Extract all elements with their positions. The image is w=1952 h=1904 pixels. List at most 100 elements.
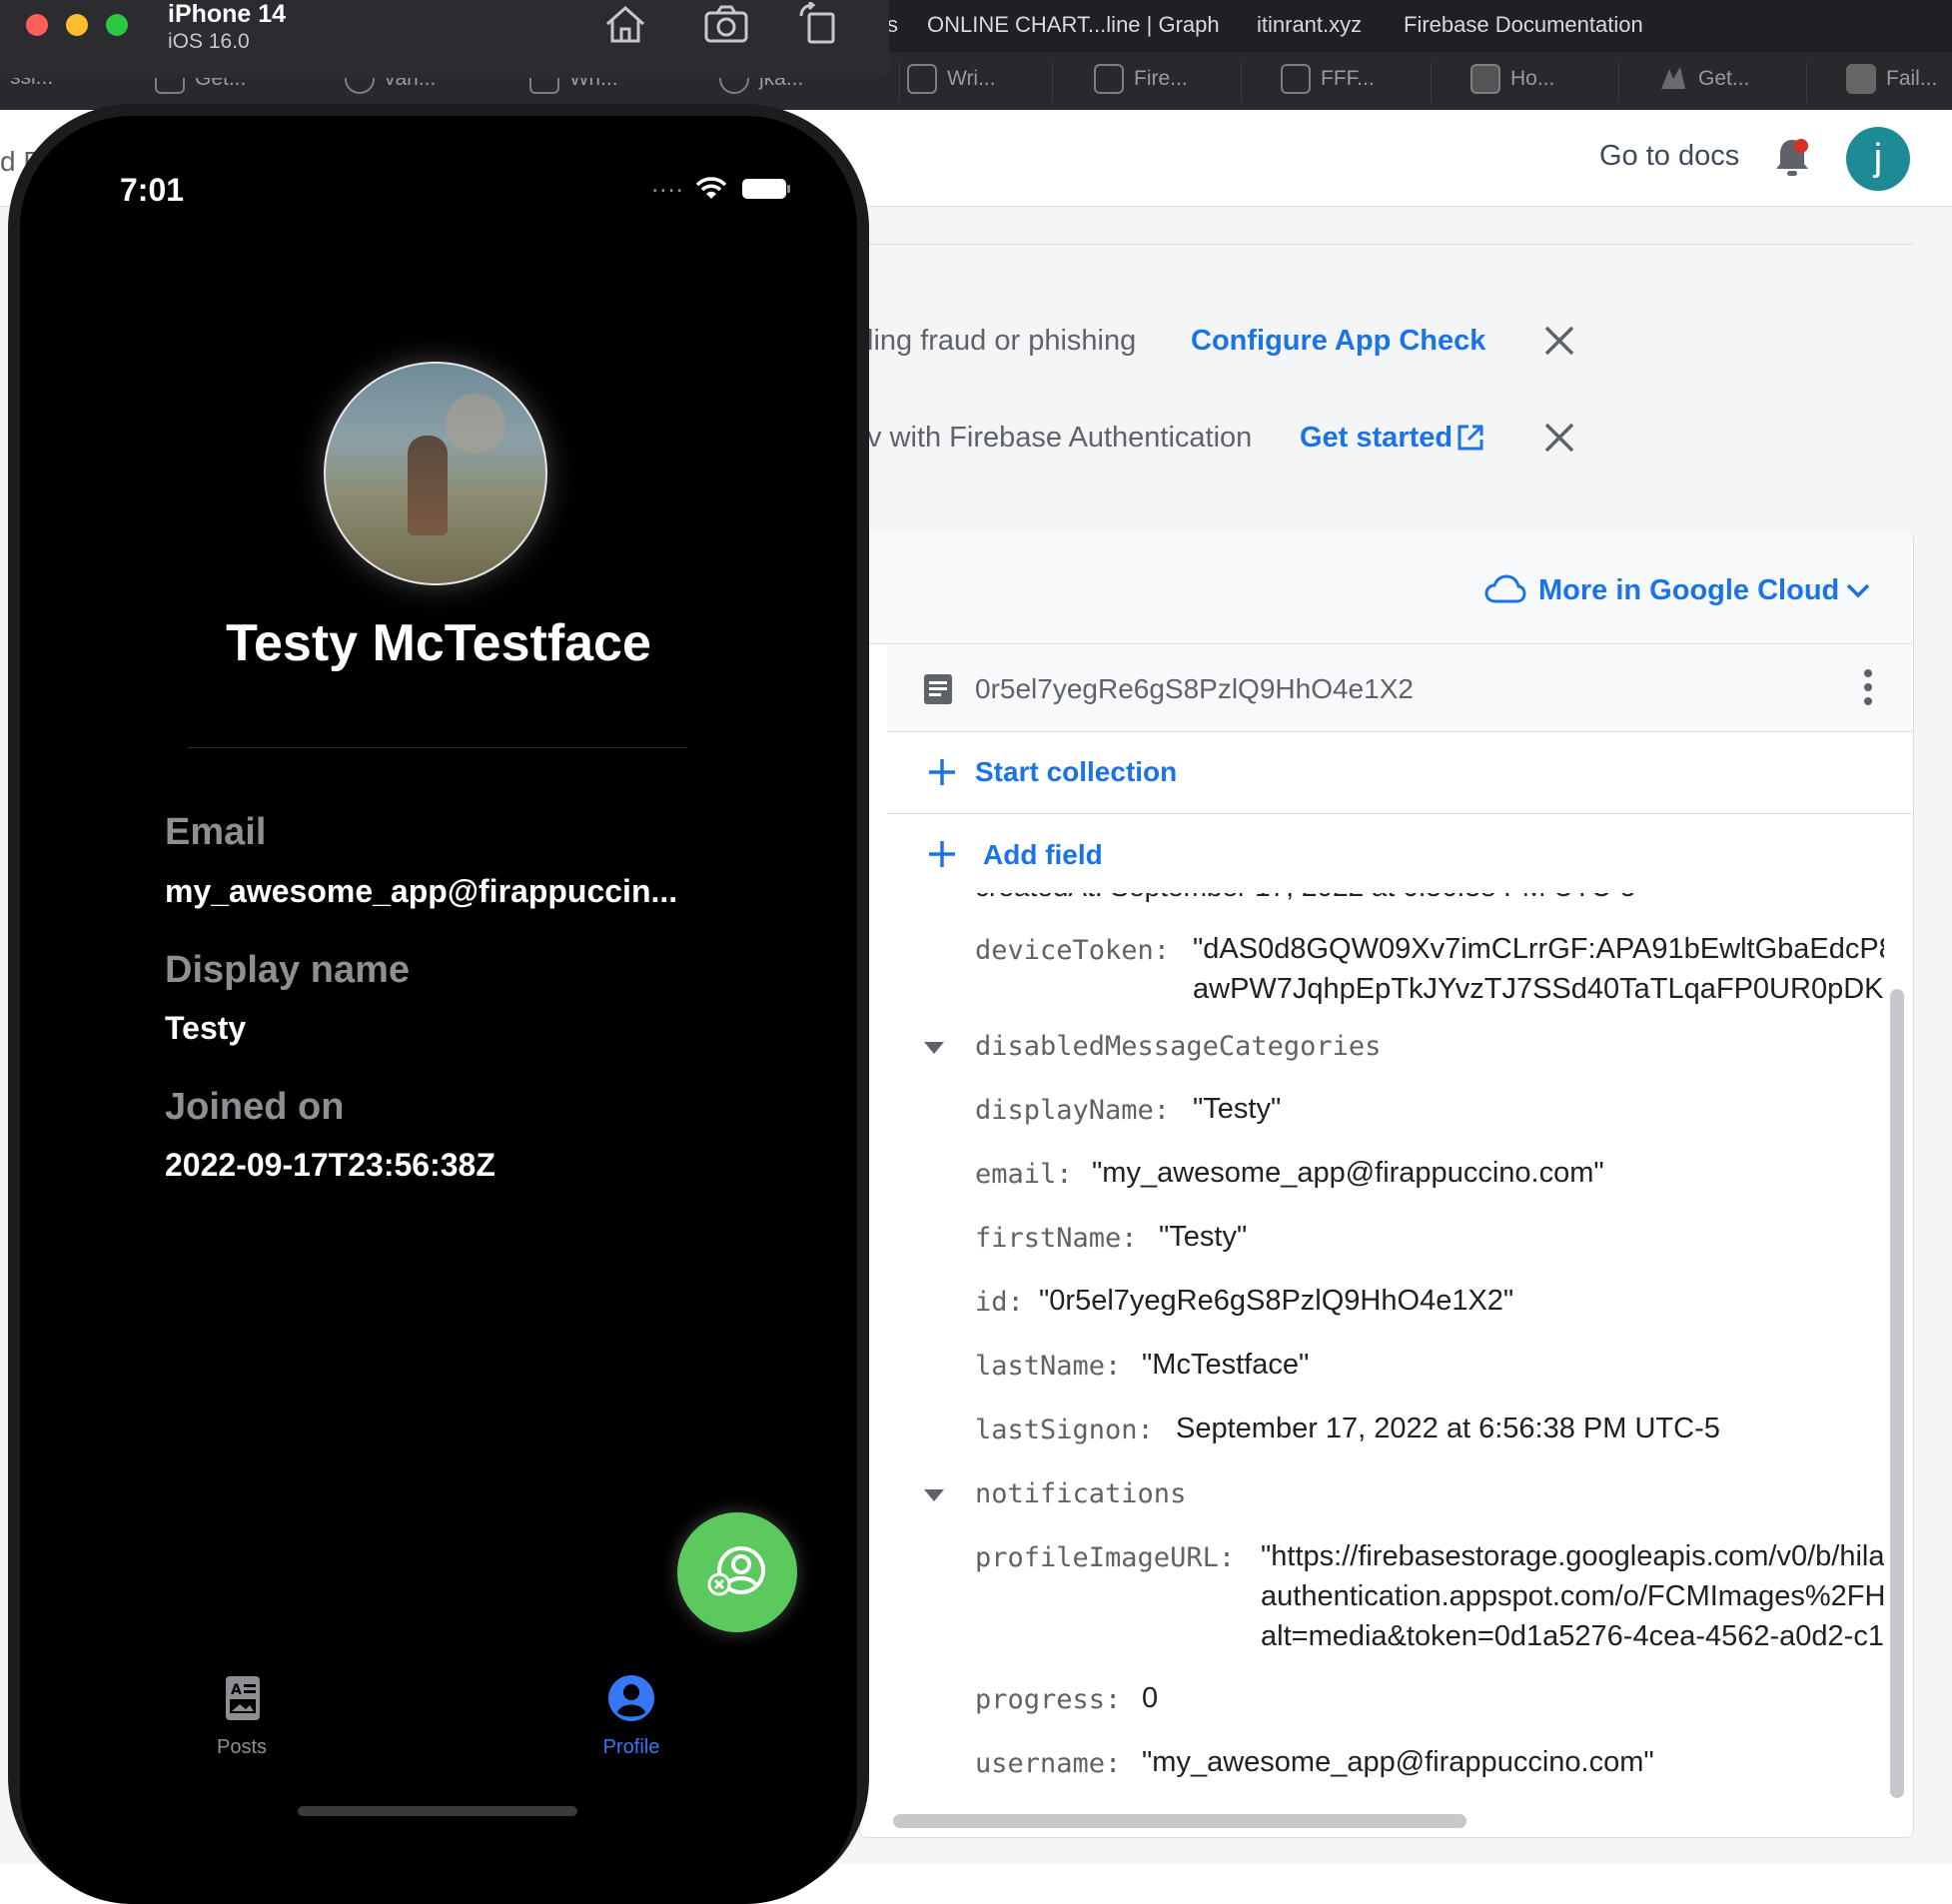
bookmark-divider <box>1431 62 1432 102</box>
field-key[interactable]: notifications <box>975 1478 1186 1509</box>
bookmark-item[interactable]: Fire... <box>1094 64 1188 94</box>
home-icon[interactable] <box>603 4 647 44</box>
joined-on-value: 2022-09-17T23:56:38Z <box>165 1147 495 1183</box>
field-value: alt=media&token=0d1a5276-4cea-4562-a0d2-… <box>1261 1620 1884 1652</box>
field-value: "dAS0d8GQW09Xv7imCLrrGF:APA91bEwltGbaEdc… <box>1193 933 1884 965</box>
bookmark-divider <box>1052 62 1053 102</box>
home-indicator[interactable] <box>298 1806 577 1816</box>
field-value: authentication.appspot.com/o/FCMImages%2… <box>1261 1580 1884 1612</box>
bookmark-label: Wri... <box>947 67 996 90</box>
horizontal-scrollbar[interactable] <box>893 1814 1466 1828</box>
field-key[interactable]: lastName: <box>975 1351 1121 1382</box>
field-key[interactable]: email: <box>975 1159 1073 1190</box>
display-name-value: Testy <box>165 1010 247 1046</box>
sign-out-fab[interactable] <box>677 1512 797 1632</box>
posts-icon: A <box>224 1674 262 1722</box>
close-icon[interactable] <box>1542 421 1576 455</box>
bookmark-divider <box>899 62 900 102</box>
avatar[interactable]: j <box>1846 127 1910 191</box>
check-icon <box>1658 64 1688 94</box>
get-started-link[interactable]: Get started <box>1300 422 1453 455</box>
close-window-button[interactable] <box>26 14 48 36</box>
iphone-screen: 7:01 .... Testy McTestface Email my_awes… <box>20 116 857 1904</box>
email-value: my_awesome_app@firappuccin... <box>165 873 678 909</box>
configure-app-check-link[interactable]: Configure App Check <box>1191 325 1485 358</box>
caret-down-icon[interactable] <box>923 1041 945 1055</box>
display-name-label: Display name <box>165 949 410 991</box>
svg-text:A: A <box>231 1682 242 1698</box>
avatar-figure <box>408 436 448 535</box>
bookmark-label: Fire... <box>1134 67 1188 90</box>
bookmark-label: Fail... <box>1886 67 1938 90</box>
field-value: "McTestface" <box>1142 1349 1310 1381</box>
divider <box>188 747 687 748</box>
tab-online-chart[interactable]: ONLINE CHART...line | Graph <box>927 12 1220 38</box>
field-value: "my_awesome_app@firappuccino.com" <box>1092 1157 1604 1189</box>
field-value: "https://firebasestorage.googleapis.com/… <box>1261 1540 1884 1572</box>
tab-firebase-docs[interactable]: Firebase Documentation <box>1404 12 1643 38</box>
field-value: 0 <box>1142 1682 1159 1714</box>
field-created-at-partial: createdAt: September 17, 2022 at 6:56:38… <box>975 893 1635 903</box>
caret-down-icon[interactable] <box>923 1488 945 1502</box>
plus-icon <box>927 757 957 787</box>
field-key[interactable]: lastSignon: <box>975 1415 1154 1445</box>
bookmark-item[interactable]: Wri... <box>907 64 996 94</box>
field-key[interactable]: firstName: <box>975 1223 1138 1254</box>
go-to-docs-link[interactable]: Go to docs <box>1599 140 1739 173</box>
field-key[interactable]: disabledMessageCategories <box>975 1031 1381 1062</box>
rotate-device-icon[interactable] <box>797 0 837 44</box>
external-link-icon <box>1457 424 1484 452</box>
simulator-os-version: iOS 16.0 <box>168 30 250 53</box>
profile-name: Testy McTestface <box>226 614 651 672</box>
start-collection-button[interactable]: Start collection <box>975 756 1177 788</box>
joined-on-label: Joined on <box>165 1086 345 1128</box>
simulator-title-bar: iPhone 14 iOS 16.0 <box>0 0 889 78</box>
field-key[interactable]: displayName: <box>975 1095 1170 1126</box>
field-key[interactable]: id: <box>975 1287 1024 1318</box>
bookmark-item[interactable]: Fail... <box>1846 64 1937 94</box>
tab-posts[interactable]: A Posts <box>182 1674 302 1774</box>
bookmark-divider <box>1806 62 1807 102</box>
bookmark-divider <box>1241 62 1242 102</box>
field-value: "0r5el7yegRe6gS8PzlQ9HhO4e1X2" <box>1039 1285 1514 1317</box>
plus-icon <box>927 839 957 869</box>
profile-icon <box>607 1674 655 1722</box>
field-key[interactable]: deviceToken: <box>975 935 1170 966</box>
info-icon <box>1846 64 1876 94</box>
profile-avatar[interactable] <box>324 362 547 585</box>
doc-icon <box>1281 64 1311 94</box>
field-key[interactable]: profileImageURL: <box>975 1542 1235 1573</box>
add-field-button[interactable]: Add field <box>983 839 1103 871</box>
simulator-device-name: iPhone 14 <box>168 0 287 28</box>
more-vert-icon[interactable] <box>1862 667 1874 707</box>
email-label: Email <box>165 811 267 853</box>
minimize-window-button[interactable] <box>66 14 88 36</box>
banner-auth-text: v with Firebase Authentication <box>867 422 1253 454</box>
bookmark-item[interactable]: Ho... <box>1470 64 1554 94</box>
bookmark-divider <box>1618 62 1619 102</box>
cloud-icon <box>1484 573 1526 605</box>
more-in-google-cloud-button[interactable]: More in Google Cloud <box>1538 574 1839 607</box>
signal-icon: .... <box>651 168 684 198</box>
person-remove-icon <box>705 1540 769 1604</box>
tab-profile-label: Profile <box>602 1736 660 1758</box>
zoom-window-button[interactable] <box>106 14 128 36</box>
field-key[interactable]: username: <box>975 1748 1121 1779</box>
banner-app-check-text: ling fraud or phishing <box>867 325 1137 357</box>
document-icon <box>923 673 953 705</box>
chevron-down-icon[interactable] <box>1844 577 1872 605</box>
bookmark-item[interactable]: Get... <box>1658 64 1749 94</box>
vertical-scrollbar[interactable] <box>1890 989 1904 1798</box>
bookmark-label: FFF... <box>1321 67 1375 90</box>
field-value: "Testy" <box>1159 1221 1248 1253</box>
status-time: 7:01 <box>120 172 185 208</box>
tab-profile[interactable]: Profile <box>571 1674 691 1774</box>
swift-icon <box>1470 64 1500 94</box>
field-key[interactable]: progress: <box>975 1684 1121 1715</box>
screenshot-camera-icon[interactable] <box>703 4 749 44</box>
tab-itinrant[interactable]: itinrant.xyz <box>1257 12 1362 38</box>
divider <box>869 244 1914 245</box>
close-icon[interactable] <box>1542 324 1576 358</box>
bookmark-item[interactable]: FFF... <box>1281 64 1375 94</box>
notification-bell-icon[interactable] <box>1772 136 1812 180</box>
